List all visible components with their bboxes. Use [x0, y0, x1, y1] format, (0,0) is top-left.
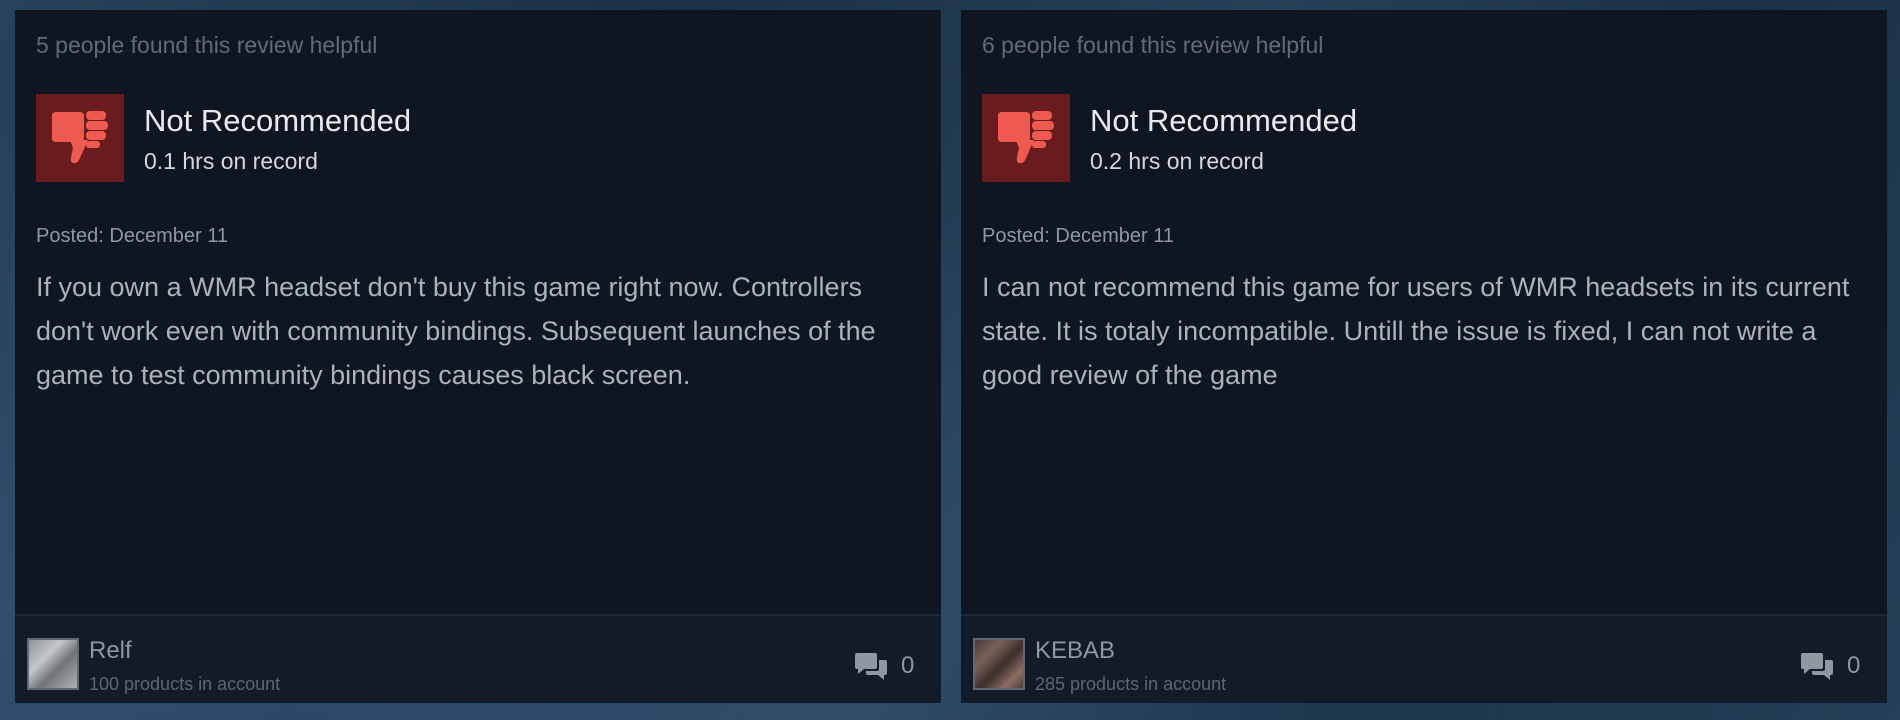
avatar[interactable] — [27, 638, 79, 690]
helpful-count-text: 5 people found this review helpful — [36, 32, 378, 58]
posted-date: Posted: December 11 — [36, 225, 228, 247]
review-verdict[interactable]: Not Recommended — [144, 103, 411, 139]
review-body: I can not recommend this game for users … — [982, 272, 1850, 390]
products-in-account: 100 products in account — [89, 674, 281, 694]
thumbs-down-icon[interactable] — [982, 94, 1070, 182]
review-footer: KEBAB 285 products in account 0 — [961, 616, 1887, 703]
comment-icon[interactable] — [1799, 652, 1835, 687]
review-verdict[interactable]: Not Recommended — [1090, 103, 1357, 139]
author-name[interactable]: Relf — [89, 637, 132, 665]
thumbs-down-icon[interactable] — [36, 94, 124, 182]
posted-date: Posted: December 11 — [982, 225, 1174, 247]
review-card: 5 people found this review helpful Not R… — [15, 10, 941, 703]
comment-count[interactable]: 0 — [1847, 652, 1860, 680]
review-body: If you own a WMR headset don't buy this … — [36, 272, 876, 390]
avatar[interactable] — [973, 638, 1025, 690]
review-footer: Relf 100 products in account 0 — [15, 616, 941, 703]
hours-on-record: 0.1 hrs on record — [144, 148, 318, 174]
helpful-count-text: 6 people found this review helpful — [982, 32, 1324, 58]
author-name[interactable]: KEBAB — [1035, 637, 1115, 665]
comment-count[interactable]: 0 — [901, 652, 914, 680]
hours-on-record: 0.2 hrs on record — [1090, 148, 1264, 174]
review-card: 6 people found this review helpful Not R… — [961, 10, 1887, 703]
products-in-account: 285 products in account — [1035, 674, 1227, 694]
comment-icon[interactable] — [853, 652, 889, 687]
